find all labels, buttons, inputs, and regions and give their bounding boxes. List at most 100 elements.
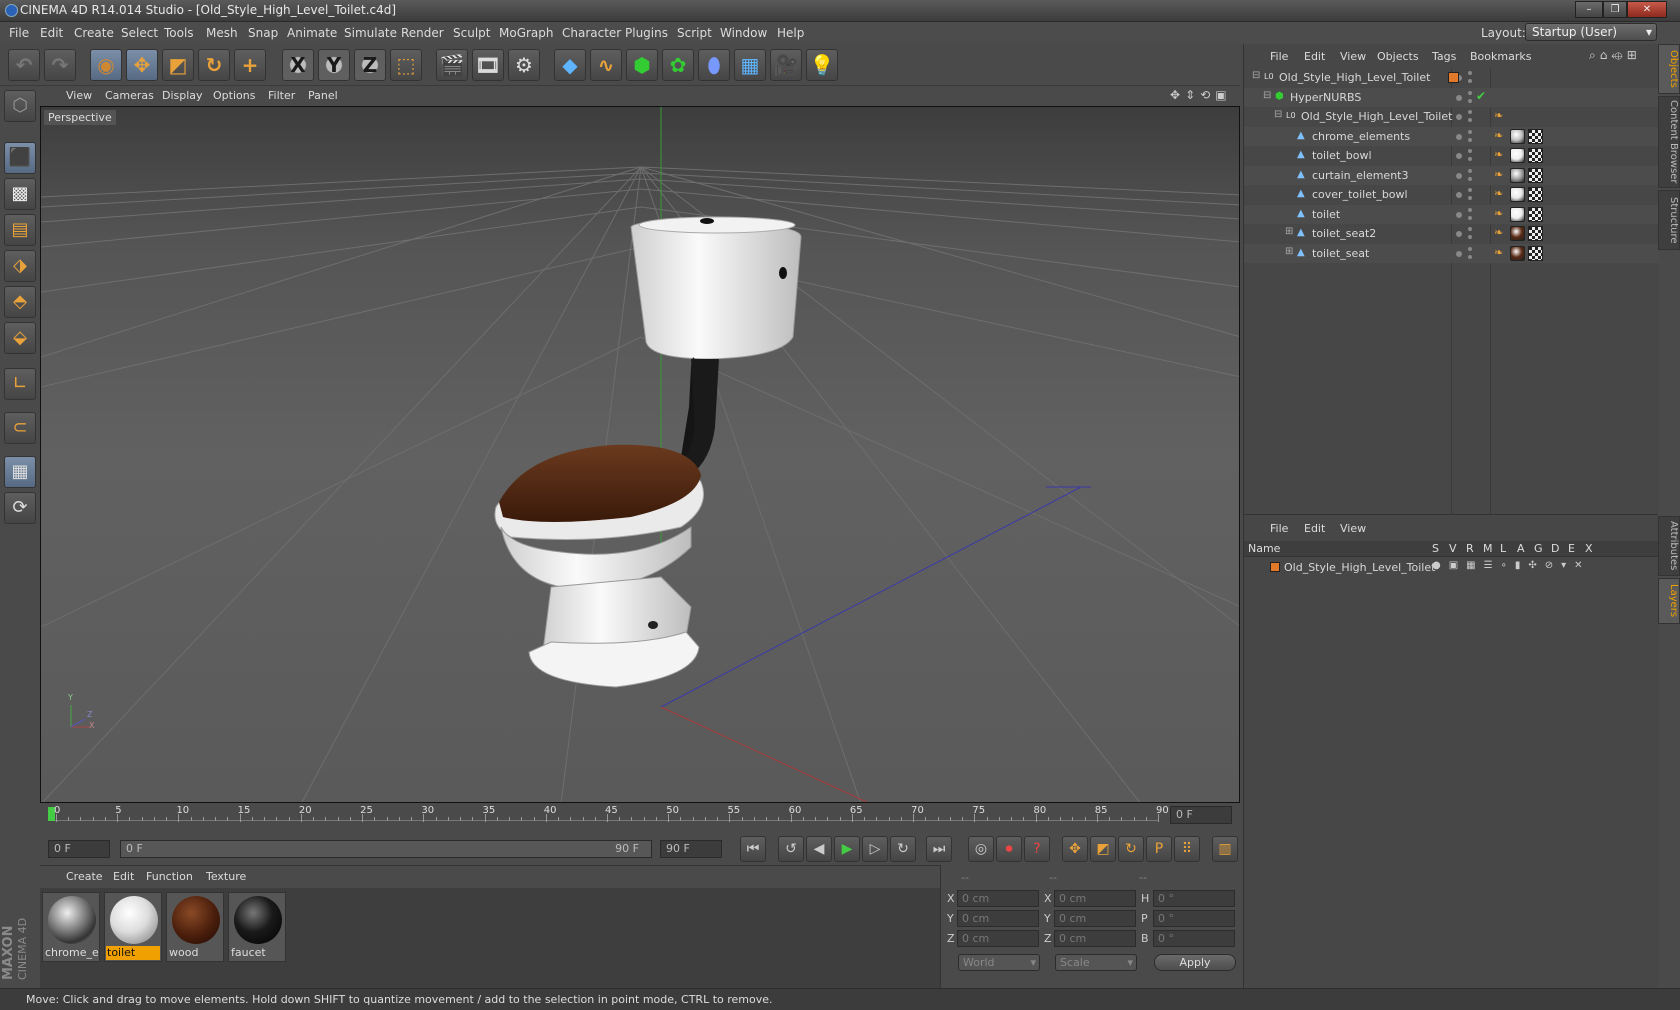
material-tag-icon[interactable] bbox=[1510, 245, 1525, 261]
material-chrome[interactable]: chrome_ele bbox=[42, 892, 100, 962]
apply-button[interactable]: Apply bbox=[1154, 954, 1236, 971]
x-axis-icon[interactable]: X bbox=[282, 49, 314, 81]
light-icon[interactable]: 💡 bbox=[806, 49, 838, 81]
menu-tools[interactable]: Tools bbox=[164, 26, 194, 40]
redo-icon[interactable]: ↷ bbox=[44, 49, 76, 81]
visibility-dot[interactable] bbox=[1456, 153, 1462, 159]
visibility-dot[interactable] bbox=[1456, 211, 1462, 218]
phong-tag-icon[interactable]: ❧ bbox=[1494, 148, 1503, 161]
play-icon[interactable]: ▶ bbox=[834, 836, 860, 862]
position-z-field[interactable]: 0 cm bbox=[957, 930, 1039, 947]
object-name[interactable]: toilet bbox=[1312, 208, 1340, 221]
viewport-menu-display[interactable]: Display bbox=[162, 89, 203, 102]
visibility-dot[interactable] bbox=[1456, 172, 1462, 179]
floor-icon[interactable]: ▦ bbox=[734, 49, 766, 81]
menu-edit[interactable]: Edit bbox=[40, 26, 63, 40]
objects-menu-edit[interactable]: Edit bbox=[1304, 50, 1325, 63]
object-row[interactable]: ▲ cover_toilet_bowl ❧ bbox=[1244, 185, 1659, 204]
material-faucet[interactable]: faucet bbox=[228, 892, 286, 962]
menu-window[interactable]: Window bbox=[720, 26, 767, 40]
visibility-dot[interactable] bbox=[1456, 192, 1462, 198]
texture-mode-icon[interactable]: ▩ bbox=[4, 178, 36, 210]
visibility-dot[interactable] bbox=[1456, 250, 1462, 257]
viewport-menu-filter[interactable]: Filter bbox=[268, 89, 295, 102]
y-axis-icon[interactable]: Y bbox=[318, 49, 350, 81]
layer-flags[interactable]: ●▣▦☰∘▮✣⊘▾✕ bbox=[1432, 560, 1591, 571]
uvw-tag-icon[interactable] bbox=[1528, 167, 1543, 183]
coord-space-select[interactable]: World ▾ bbox=[958, 954, 1040, 971]
editor-dot[interactable] bbox=[1468, 98, 1472, 103]
points-mode-icon[interactable]: ⬗ bbox=[4, 250, 36, 282]
render-dot[interactable] bbox=[1468, 188, 1472, 192]
nurbs-icon[interactable]: ⬢ bbox=[626, 49, 658, 81]
minimize-button[interactable]: – bbox=[1575, 1, 1603, 18]
visibility-dot[interactable] bbox=[1456, 94, 1462, 101]
keyframe-selection-icon[interactable]: ? bbox=[1024, 836, 1050, 862]
material-menu-create[interactable]: Create bbox=[66, 870, 103, 883]
layer-tag-icon[interactable] bbox=[1448, 72, 1459, 83]
deformer-icon[interactable]: ⬮ bbox=[698, 49, 730, 81]
editor-dot[interactable] bbox=[1468, 176, 1472, 181]
render-dot[interactable] bbox=[1468, 227, 1472, 231]
editor-dot[interactable] bbox=[1468, 137, 1472, 142]
autokey-icon[interactable]: ⏺ bbox=[996, 836, 1022, 862]
render-dot[interactable] bbox=[1468, 246, 1472, 251]
layers-menu-file[interactable]: File bbox=[1270, 522, 1288, 535]
object-name[interactable]: toilet_bowl bbox=[1312, 149, 1372, 162]
menu-render[interactable]: Render bbox=[401, 26, 444, 40]
viewport-menu-view[interactable]: View bbox=[66, 89, 92, 102]
menu-plugins[interactable]: Plugins bbox=[625, 26, 668, 40]
object-row[interactable]: ⊟ ⬢ HyperNURBS ✔ bbox=[1244, 87, 1659, 107]
editor-dot[interactable] bbox=[1468, 196, 1472, 200]
menu-select[interactable]: Select bbox=[121, 26, 158, 40]
key-scale-icon[interactable]: ◩ bbox=[1090, 836, 1116, 862]
layer-col-d[interactable]: D bbox=[1551, 542, 1559, 555]
objects-menu-tags[interactable]: Tags bbox=[1432, 50, 1456, 63]
phong-tag-icon[interactable]: ❧ bbox=[1494, 207, 1503, 220]
visibility-dot[interactable] bbox=[1456, 231, 1462, 237]
timeline-window-icon[interactable]: ▥ bbox=[1212, 836, 1238, 862]
expand-icon[interactable]: ⊟ bbox=[1274, 109, 1282, 120]
menu-create[interactable]: Create bbox=[74, 26, 114, 40]
object-name[interactable]: cover_toilet_bowl bbox=[1312, 188, 1408, 201]
editor-dot[interactable] bbox=[1468, 157, 1472, 161]
object-row[interactable]: ⊞ ▲ toilet_seat2 ❧ bbox=[1244, 224, 1659, 243]
menu-character[interactable]: Character bbox=[562, 26, 621, 40]
model-mode-icon[interactable]: ⬛ bbox=[4, 142, 36, 174]
material-wood[interactable]: wood bbox=[166, 892, 224, 962]
size-y-field[interactable]: 0 cm bbox=[1054, 910, 1136, 927]
render-view-icon[interactable]: 🎬 bbox=[436, 49, 468, 81]
size-x-field[interactable]: 0 cm bbox=[1054, 890, 1136, 907]
next-frame-icon[interactable]: ▷ bbox=[862, 836, 888, 862]
rotate-icon[interactable]: ↻ bbox=[198, 49, 230, 81]
editor-dot[interactable] bbox=[1468, 254, 1472, 259]
previous-frame-icon[interactable]: ◀ bbox=[806, 836, 832, 862]
size-z-field[interactable]: 0 cm bbox=[1054, 930, 1136, 947]
phong-tag-icon[interactable]: ❧ bbox=[1494, 109, 1503, 122]
make-editable-icon[interactable]: ⬡ bbox=[4, 90, 36, 122]
polygons-mode-icon[interactable]: ⬙ bbox=[4, 322, 36, 354]
material-tag-icon[interactable] bbox=[1510, 206, 1525, 222]
camera-icon[interactable]: 🎥 bbox=[770, 49, 802, 81]
viewport-menu-panel[interactable]: Panel bbox=[308, 89, 338, 102]
layer-col-g[interactable]: G bbox=[1534, 542, 1543, 555]
menu-help[interactable]: Help bbox=[777, 26, 804, 40]
uvw-tag-icon[interactable] bbox=[1528, 148, 1543, 163]
home-icon[interactable]: ⌂ bbox=[1600, 48, 1612, 62]
menu-script[interactable]: Script bbox=[677, 26, 712, 40]
object-row[interactable]: ▲ toilet ❧ bbox=[1244, 204, 1659, 224]
search-icon[interactable]: ⌕ bbox=[1589, 48, 1600, 62]
viewport-menu-options[interactable]: Options bbox=[213, 89, 255, 102]
material-tag-icon[interactable] bbox=[1510, 167, 1525, 183]
key-rotation-icon[interactable]: ↻ bbox=[1118, 836, 1144, 862]
object-name[interactable]: Old_Style_High_Level_Toilet bbox=[1279, 71, 1430, 84]
uvw-tag-icon[interactable] bbox=[1528, 187, 1543, 202]
render-dot[interactable] bbox=[1468, 90, 1472, 95]
axis-mode-icon[interactable]: ∟ bbox=[4, 368, 36, 400]
tab-structure[interactable]: Structure bbox=[1658, 190, 1680, 250]
uvw-tag-icon[interactable] bbox=[1528, 245, 1543, 261]
render-dot[interactable] bbox=[1468, 71, 1472, 75]
phong-tag-icon[interactable]: ❧ bbox=[1494, 168, 1503, 181]
rotate-view-icon[interactable]: ⟲ bbox=[1200, 88, 1215, 102]
material-tag-icon[interactable] bbox=[1510, 128, 1525, 144]
